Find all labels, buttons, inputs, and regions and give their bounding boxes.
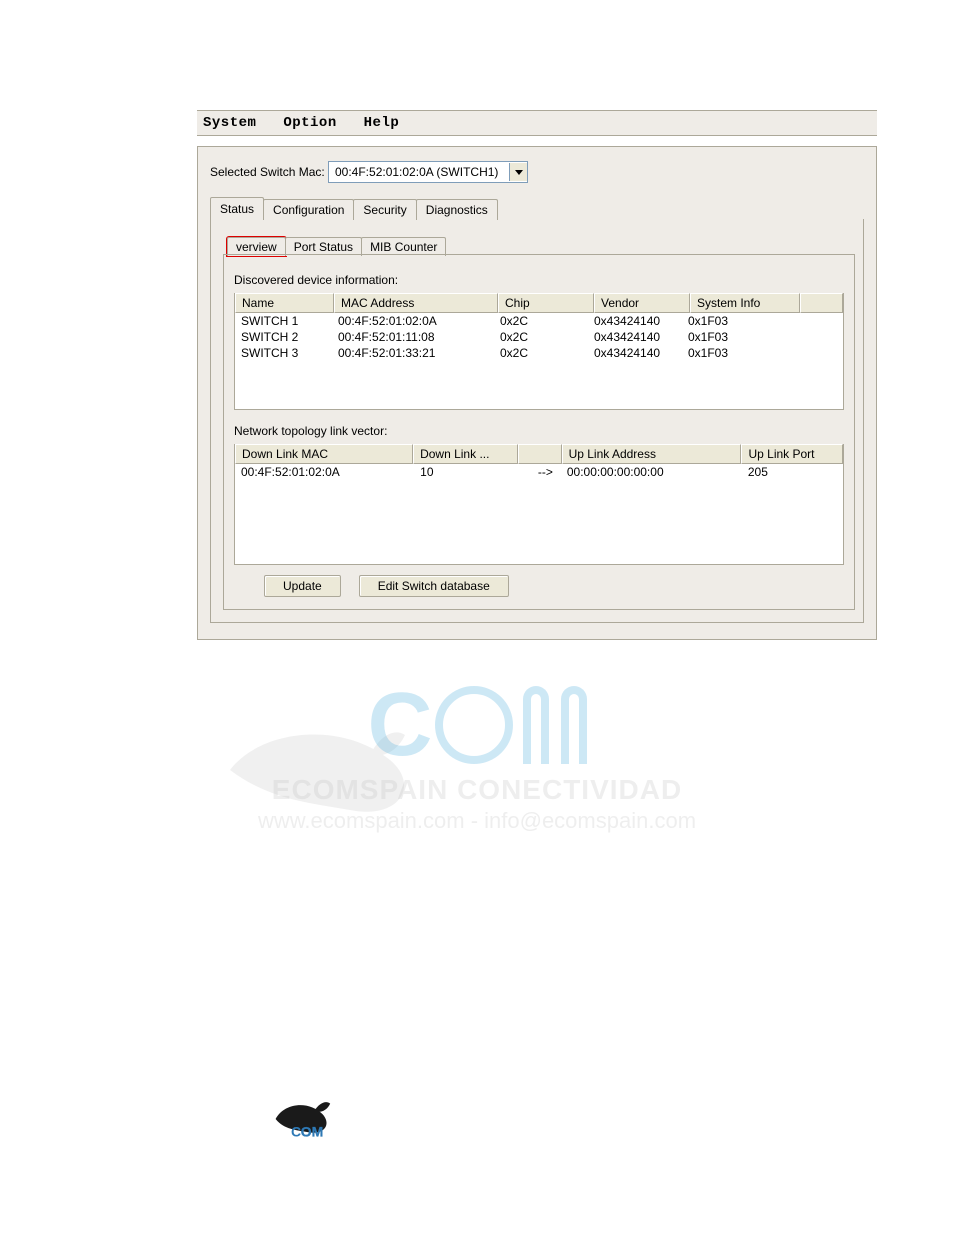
watermark: C ECOMSPAIN CONECTIVIDAD www.ecomspain.c… — [0, 680, 954, 834]
col-chip[interactable]: Chip — [498, 293, 594, 313]
application-window: System Option Help Selected Switch Mac: … — [197, 110, 877, 640]
col-sysinfo[interactable]: System Info — [690, 293, 800, 313]
cell-chip: 0x2C — [494, 345, 588, 361]
watermark-url: www.ecomspain.com - info@ecomspain.com — [0, 808, 954, 834]
table-row[interactable]: SWITCH 2 00:4F:52:01:11:08 0x2C 0x434241… — [235, 329, 843, 345]
switch-selector-row: Selected Switch Mac: 00:4F:52:01:02:0A (… — [210, 161, 864, 183]
menu-bar: System Option Help — [197, 110, 877, 136]
switch-selector[interactable]: 00:4F:52:01:02:0A (SWITCH1) — [328, 161, 528, 183]
cell-chip: 0x2C — [494, 313, 588, 329]
tab-configuration[interactable]: Configuration — [263, 199, 354, 220]
tab-security[interactable]: Security — [353, 199, 416, 220]
col-name[interactable]: Name — [235, 293, 334, 313]
switch-selector-value: 00:4F:52:01:02:0A (SWITCH1) — [329, 165, 509, 179]
watermark-brand: ECOMSPAIN CONECTIVIDAD — [0, 774, 954, 806]
menu-system[interactable]: System — [203, 115, 256, 131]
cell-dl: 10 — [414, 464, 519, 480]
menu-option[interactable]: Option — [283, 115, 336, 131]
device-section-label: Discovered device information: — [234, 273, 844, 287]
cell-uladdr: 00:00:00:00:00:00 — [561, 464, 742, 480]
footer-logo-icon: C OM — [270, 1094, 954, 1147]
svg-text:OM: OM — [301, 1124, 324, 1140]
watermark-logo-icon: C — [0, 680, 954, 770]
main-panel: Selected Switch Mac: 00:4F:52:01:02:0A (… — [197, 146, 877, 640]
cell-name: SWITCH 2 — [235, 329, 332, 345]
status-tab-body: verview Port Status MIB Counter Discover… — [210, 219, 864, 623]
col-downlink-mac[interactable]: Down Link MAC — [235, 444, 413, 464]
cell-arrow: --> — [519, 464, 561, 480]
cell-name: SWITCH 3 — [235, 345, 332, 361]
col-vendor[interactable]: Vendor — [594, 293, 690, 313]
cell-sysinfo: 0x1F03 — [682, 313, 790, 329]
tab-status[interactable]: Status — [210, 197, 264, 220]
cell-ulport: 205 — [742, 464, 843, 480]
cell-name: SWITCH 1 — [235, 313, 332, 329]
overview-body: Discovered device information: Name MAC … — [223, 254, 855, 610]
cell-mac: 00:4F:52:01:02:0A — [332, 313, 494, 329]
menu-help[interactable]: Help — [364, 115, 400, 131]
chevron-down-icon — [515, 170, 523, 175]
table-row[interactable]: SWITCH 1 00:4F:52:01:02:0A 0x2C 0x434241… — [235, 313, 843, 329]
tab-diagnostics[interactable]: Diagnostics — [416, 199, 498, 220]
cell-mac: 00:4F:52:01:33:21 — [332, 345, 494, 361]
table-row[interactable]: SWITCH 3 00:4F:52:01:33:21 0x2C 0x434241… — [235, 345, 843, 361]
cell-sysinfo: 0x1F03 — [682, 345, 790, 361]
col-uplink-addr[interactable]: Up Link Address — [562, 444, 742, 464]
topology-table-header: Down Link MAC Down Link ... Up Link Addr… — [235, 444, 843, 464]
col-mac[interactable]: MAC Address — [334, 293, 498, 313]
button-row: Update Edit Switch database — [234, 575, 844, 597]
switch-selector-button[interactable] — [509, 163, 527, 181]
cell-dlmac: 00:4F:52:01:02:0A — [235, 464, 414, 480]
col-arrow — [518, 444, 561, 464]
device-table: Name MAC Address Chip Vendor System Info… — [234, 293, 844, 410]
table-row[interactable]: 00:4F:52:01:02:0A 10 --> 00:00:00:00:00:… — [235, 464, 843, 480]
cell-vendor: 0x43424140 — [588, 329, 682, 345]
main-tabs: Status Configuration Security Diagnostic… — [210, 197, 864, 219]
cell-mac: 00:4F:52:01:11:08 — [332, 329, 494, 345]
cell-vendor: 0x43424140 — [588, 345, 682, 361]
switch-selector-label: Selected Switch Mac: — [210, 165, 328, 179]
cell-chip: 0x2C — [494, 329, 588, 345]
update-button[interactable]: Update — [264, 575, 341, 597]
col-downlink[interactable]: Down Link ... — [413, 444, 518, 464]
svg-text:C: C — [291, 1124, 301, 1140]
cell-sysinfo: 0x1F03 — [682, 329, 790, 345]
topology-table: Down Link MAC Down Link ... Up Link Addr… — [234, 444, 844, 565]
device-table-header: Name MAC Address Chip Vendor System Info — [235, 293, 843, 313]
col-spacer — [800, 293, 843, 313]
cell-vendor: 0x43424140 — [588, 313, 682, 329]
device-table-body: SWITCH 1 00:4F:52:01:02:0A 0x2C 0x434241… — [235, 313, 843, 409]
topology-table-body: 00:4F:52:01:02:0A 10 --> 00:00:00:00:00:… — [235, 464, 843, 564]
status-subtabs: verview Port Status MIB Counter — [227, 233, 855, 255]
topology-section-label: Network topology link vector: — [234, 424, 844, 438]
col-uplink-port[interactable]: Up Link Port — [741, 444, 843, 464]
edit-switch-db-button[interactable]: Edit Switch database — [359, 575, 509, 597]
